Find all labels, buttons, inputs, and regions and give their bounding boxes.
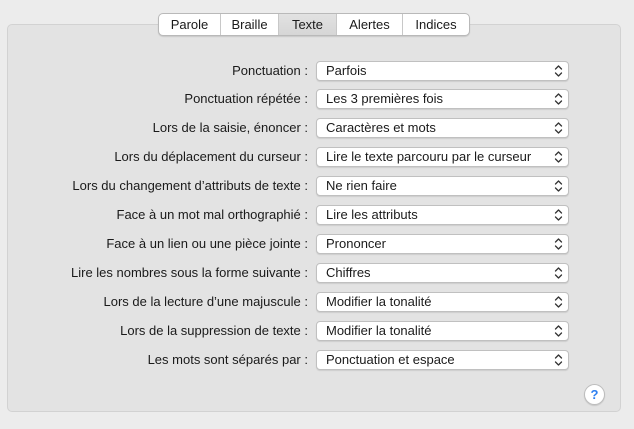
setting-label: Face à un mot mal orthographié : (116, 207, 309, 222)
popup-value: Ne rien faire (326, 178, 397, 193)
setting-row-nombres: Lire les nombres sous la forme suivante … (0, 263, 634, 283)
setting-label: Lors de la suppression de texte : (120, 323, 308, 338)
chevron-updown-icon (554, 296, 563, 308)
popup-value: Parfois (326, 63, 367, 78)
changement-attributs-popup[interactable]: Ne rien faire (316, 176, 569, 196)
setting-label: Ponctuation : (232, 63, 308, 78)
setting-row-mots-separes: Les mots sont séparés par : Ponctuation … (0, 350, 634, 370)
popup-value: Lire le texte parcouru par le curseur (326, 149, 532, 164)
chevron-updown-icon (554, 65, 563, 77)
help-icon: ? (590, 387, 599, 402)
chevron-updown-icon (554, 122, 563, 134)
popup-value: Modifier la tonalité (326, 294, 432, 309)
setting-label: Les mots sont séparés par : (147, 352, 308, 367)
tab-texte[interactable]: Texte (279, 14, 337, 35)
help-button[interactable]: ? (584, 384, 605, 405)
tab-braille[interactable]: Braille (221, 14, 279, 35)
tab-parole[interactable]: Parole (159, 14, 221, 35)
popup-value: Chiffres (326, 265, 371, 280)
setting-label: Lors de la lecture d’une majuscule : (103, 294, 308, 309)
setting-label: Lire les nombres sous la forme suivante … (71, 265, 308, 280)
popup-value: Lire les attributs (326, 207, 418, 222)
setting-row-saisie: Lors de la saisie, énoncer : Caractères … (0, 118, 634, 138)
majuscule-popup[interactable]: Modifier la tonalité (316, 292, 569, 312)
ponctuation-popup[interactable]: Parfois (316, 61, 569, 81)
mot-mal-orthographie-popup[interactable]: Lire les attributs (316, 205, 569, 225)
popup-value: Ponctuation et espace (326, 352, 455, 367)
tab-alertes[interactable]: Alertes (337, 14, 403, 35)
mots-separes-popup[interactable]: Ponctuation et espace (316, 350, 569, 370)
chevron-updown-icon (554, 267, 563, 279)
tab-bar: Parole Braille Texte Alertes Indices (158, 13, 470, 36)
setting-label: Lors du changement d’attributs de texte … (72, 178, 308, 193)
setting-row-ponctuation: Ponctuation : Parfois (0, 61, 634, 81)
deplacement-curseur-popup[interactable]: Lire le texte parcouru par le curseur (316, 147, 569, 167)
chevron-updown-icon (554, 238, 563, 250)
setting-label: Lors de la saisie, énoncer : (152, 120, 308, 135)
setting-row-mot-mal-orthographie: Face à un mot mal orthographié : Lire le… (0, 205, 634, 225)
setting-row-majuscule: Lors de la lecture d’une majuscule : Mod… (0, 292, 634, 312)
chevron-updown-icon (554, 325, 563, 337)
chevron-updown-icon (554, 93, 563, 105)
popup-value: Les 3 premières fois (326, 91, 444, 106)
chevron-updown-icon (554, 354, 563, 366)
popup-value: Modifier la tonalité (326, 323, 432, 338)
setting-row-ponctuation-repetee: Ponctuation répétée : Les 3 premières fo… (0, 89, 634, 109)
chevron-updown-icon (554, 209, 563, 221)
setting-row-changement-attributs: Lors du changement d’attributs de texte … (0, 176, 634, 196)
tab-indices[interactable]: Indices (403, 14, 469, 35)
chevron-updown-icon (554, 151, 563, 163)
nombres-popup[interactable]: Chiffres (316, 263, 569, 283)
popup-value: Prononcer (326, 236, 386, 251)
chevron-updown-icon (554, 180, 563, 192)
setting-row-suppression-texte: Lors de la suppression de texte : Modifi… (0, 321, 634, 341)
saisie-popup[interactable]: Caractères et mots (316, 118, 569, 138)
lien-piece-jointe-popup[interactable]: Prononcer (316, 234, 569, 254)
suppression-texte-popup[interactable]: Modifier la tonalité (316, 321, 569, 341)
setting-label: Ponctuation répétée : (184, 91, 308, 106)
setting-label: Lors du déplacement du curseur : (114, 149, 308, 164)
setting-row-lien-piece-jointe: Face à un lien ou une pièce jointe : Pro… (0, 234, 634, 254)
setting-label: Face à un lien ou une pièce jointe : (106, 236, 308, 251)
popup-value: Caractères et mots (326, 120, 436, 135)
setting-row-deplacement-curseur: Lors du déplacement du curseur : Lire le… (0, 147, 634, 167)
ponctuation-repetee-popup[interactable]: Les 3 premières fois (316, 89, 569, 109)
